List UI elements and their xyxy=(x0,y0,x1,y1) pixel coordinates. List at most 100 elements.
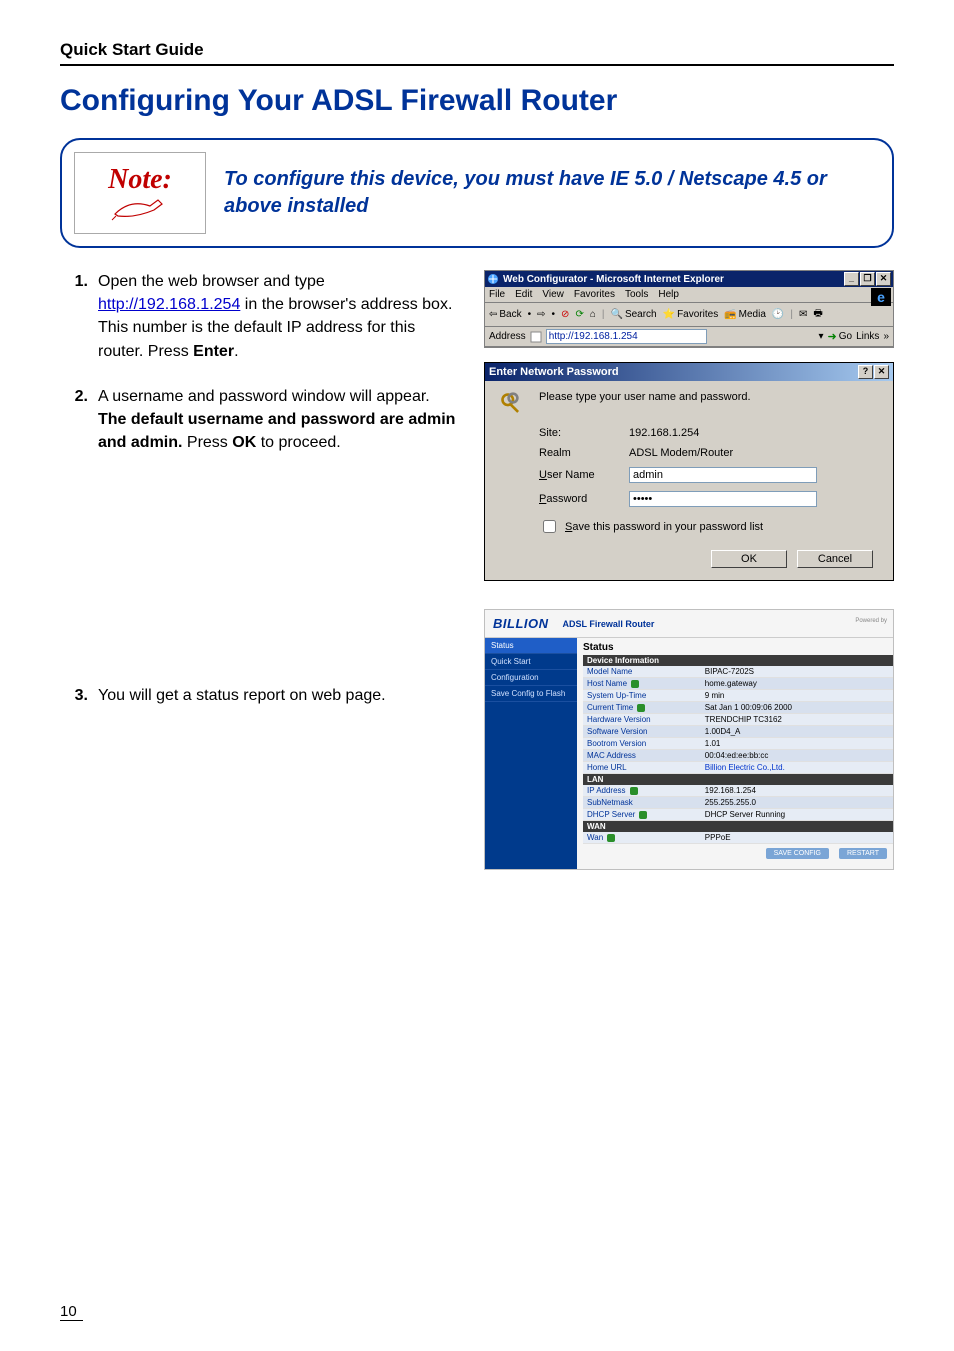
save-password-checkbox[interactable] xyxy=(543,520,556,533)
wan-table: WanPPPoE xyxy=(583,832,893,844)
password-prompt: Please type your user name and password. xyxy=(539,391,751,403)
back-button[interactable]: ⇦Back xyxy=(489,309,522,320)
header-rule xyxy=(60,64,894,66)
menu-file[interactable]: File xyxy=(489,289,505,300)
edit-icon[interactable] xyxy=(637,704,645,712)
step-2-num: 2. xyxy=(60,385,88,455)
menu-favorites[interactable]: Favorites xyxy=(574,289,615,300)
cancel-button[interactable]: Cancel xyxy=(797,550,873,568)
toolbar-divider: | xyxy=(790,309,793,320)
section-lan: LAN xyxy=(583,774,893,785)
print-icon[interactable]: 🖶 xyxy=(813,306,822,323)
go-button[interactable]: ➜Go xyxy=(828,330,853,343)
restart-button[interactable]: RESTART xyxy=(839,848,887,859)
table-row: Host Namehome.gateway xyxy=(583,678,893,690)
close-button[interactable]: ✕ xyxy=(874,365,889,379)
ie-titlebar: Web Configurator - Microsoft Internet Ex… xyxy=(485,271,893,287)
password-label: Password xyxy=(539,493,619,505)
ie-throbber-icon: e xyxy=(871,288,891,306)
refresh-icon[interactable]: ⟳ xyxy=(575,309,583,320)
ie-app-icon xyxy=(487,273,499,285)
brand-logo: BILLION xyxy=(493,616,549,631)
table-row: WanPPPoE xyxy=(583,832,893,844)
help-button[interactable]: ? xyxy=(858,365,873,379)
page-icon xyxy=(530,331,542,343)
ok-button[interactable]: OK xyxy=(711,550,787,568)
step-2: 2. A username and password window will a… xyxy=(60,385,460,455)
close-button[interactable]: ✕ xyxy=(876,272,891,286)
step-2-text-c: to proceed. xyxy=(256,434,341,451)
toolbar-separator: • xyxy=(528,309,532,320)
note-icon: Note: xyxy=(74,152,206,234)
password-dialog-titlebar: Enter Network Password ? ✕ xyxy=(485,363,893,381)
doc-header: Quick Start Guide xyxy=(60,40,894,60)
address-input[interactable] xyxy=(546,329,707,344)
pen-icon xyxy=(110,194,170,222)
stop-icon[interactable]: ⊘ xyxy=(561,309,569,320)
powered-by-label: Powered by xyxy=(855,618,887,624)
search-button[interactable]: 🔍Search xyxy=(610,309,656,320)
home-url-link[interactable]: Billion Electric Co.,Ltd. xyxy=(701,762,893,774)
step-3: 3. You will get a status report on web p… xyxy=(60,684,460,707)
ie-menubar: File Edit View Favorites Tools Help e xyxy=(485,287,893,303)
favorites-button[interactable]: ⭐Favorites xyxy=(663,309,719,320)
table-row: SubNetmask255.255.255.0 xyxy=(583,797,893,809)
mail-icon[interactable]: ✉ xyxy=(799,309,807,320)
note-callout: Note: To configure this device, you must… xyxy=(60,138,894,248)
address-dropdown-icon[interactable]: ▾ xyxy=(818,331,823,342)
table-row: Current TimeSat Jan 1 00:09:06 2000 xyxy=(583,702,893,714)
step-1: 1. Open the web browser and type http://… xyxy=(60,270,460,363)
step-2-text-a: A username and password window will appe… xyxy=(98,388,430,405)
edit-icon[interactable] xyxy=(607,834,615,842)
page-title: Configuring Your ADSL Firewall Router xyxy=(60,84,894,118)
menu-view[interactable]: View xyxy=(542,289,564,300)
toolbar-divider: | xyxy=(602,309,605,320)
password-input[interactable] xyxy=(629,491,817,507)
save-config-button[interactable]: SAVE CONFIG xyxy=(766,848,829,859)
edit-icon[interactable] xyxy=(639,811,647,819)
address-label: Address xyxy=(489,331,526,342)
table-row: MAC Address00:04:ed:ee:bb:cc xyxy=(583,750,893,762)
step-2-ok: OK xyxy=(232,434,256,451)
status-heading: Status xyxy=(583,642,893,653)
sidebar-item-status[interactable]: Status xyxy=(485,638,577,654)
history-icon[interactable]: 🕑 xyxy=(772,309,784,320)
step-1-num: 1. xyxy=(60,270,88,363)
site-value: 192.168.1.254 xyxy=(629,427,879,439)
step-1-text-c: . xyxy=(234,343,238,360)
password-dialog-title: Enter Network Password xyxy=(489,366,619,378)
realm-value: ADSL Modem/Router xyxy=(629,447,879,459)
ie-address-bar: Address ▾ ➜Go Links » xyxy=(485,327,893,347)
step-3-text: You will get a status report on web page… xyxy=(98,684,386,707)
menu-tools[interactable]: Tools xyxy=(625,289,648,300)
menu-help[interactable]: Help xyxy=(658,289,679,300)
forward-button[interactable]: ⇨ xyxy=(537,309,545,320)
links-chevron-icon: » xyxy=(883,331,889,342)
table-row: DHCP ServerDHCP Server Running xyxy=(583,809,893,821)
ie-toolbar: ⇦Back • ⇨ • ⊘ ⟳ ⌂ | 🔍Search ⭐Favorites 📻… xyxy=(485,303,893,327)
site-label: Site: xyxy=(539,427,619,439)
step-1-enter: Enter xyxy=(193,343,234,360)
page-number: 10 xyxy=(60,1303,83,1321)
maximize-button[interactable]: ❐ xyxy=(860,272,875,286)
menu-edit[interactable]: Edit xyxy=(515,289,532,300)
password-dialog: Enter Network Password ? ✕ Please type y… xyxy=(484,362,894,581)
minimize-button[interactable]: _ xyxy=(844,272,859,286)
router-url-link[interactable]: http://192.168.1.254 xyxy=(98,296,240,313)
edit-icon[interactable] xyxy=(631,680,639,688)
device-subtitle: ADSL Firewall Router xyxy=(563,619,655,629)
links-label[interactable]: Links xyxy=(856,331,879,342)
status-page: Powered by BILLION ADSL Firewall Router … xyxy=(484,609,894,870)
note-icon-label: Note: xyxy=(108,164,172,196)
table-row: Bootrom Version1.01 xyxy=(583,738,893,750)
sidebar-item-saveconfig[interactable]: Save Config to Flash xyxy=(485,686,577,702)
username-input[interactable] xyxy=(629,467,817,483)
section-device-info: Device Information xyxy=(583,655,893,666)
home-icon[interactable]: ⌂ xyxy=(590,309,596,320)
sidebar-item-configuration[interactable]: Configuration xyxy=(485,670,577,686)
media-button[interactable]: 📻Media xyxy=(724,309,766,320)
edit-icon[interactable] xyxy=(630,787,638,795)
sidebar-item-quickstart[interactable]: Quick Start xyxy=(485,654,577,670)
table-row: Software Version1.00D4_A xyxy=(583,726,893,738)
table-row: Hardware VersionTRENDCHIP TC3162 xyxy=(583,714,893,726)
